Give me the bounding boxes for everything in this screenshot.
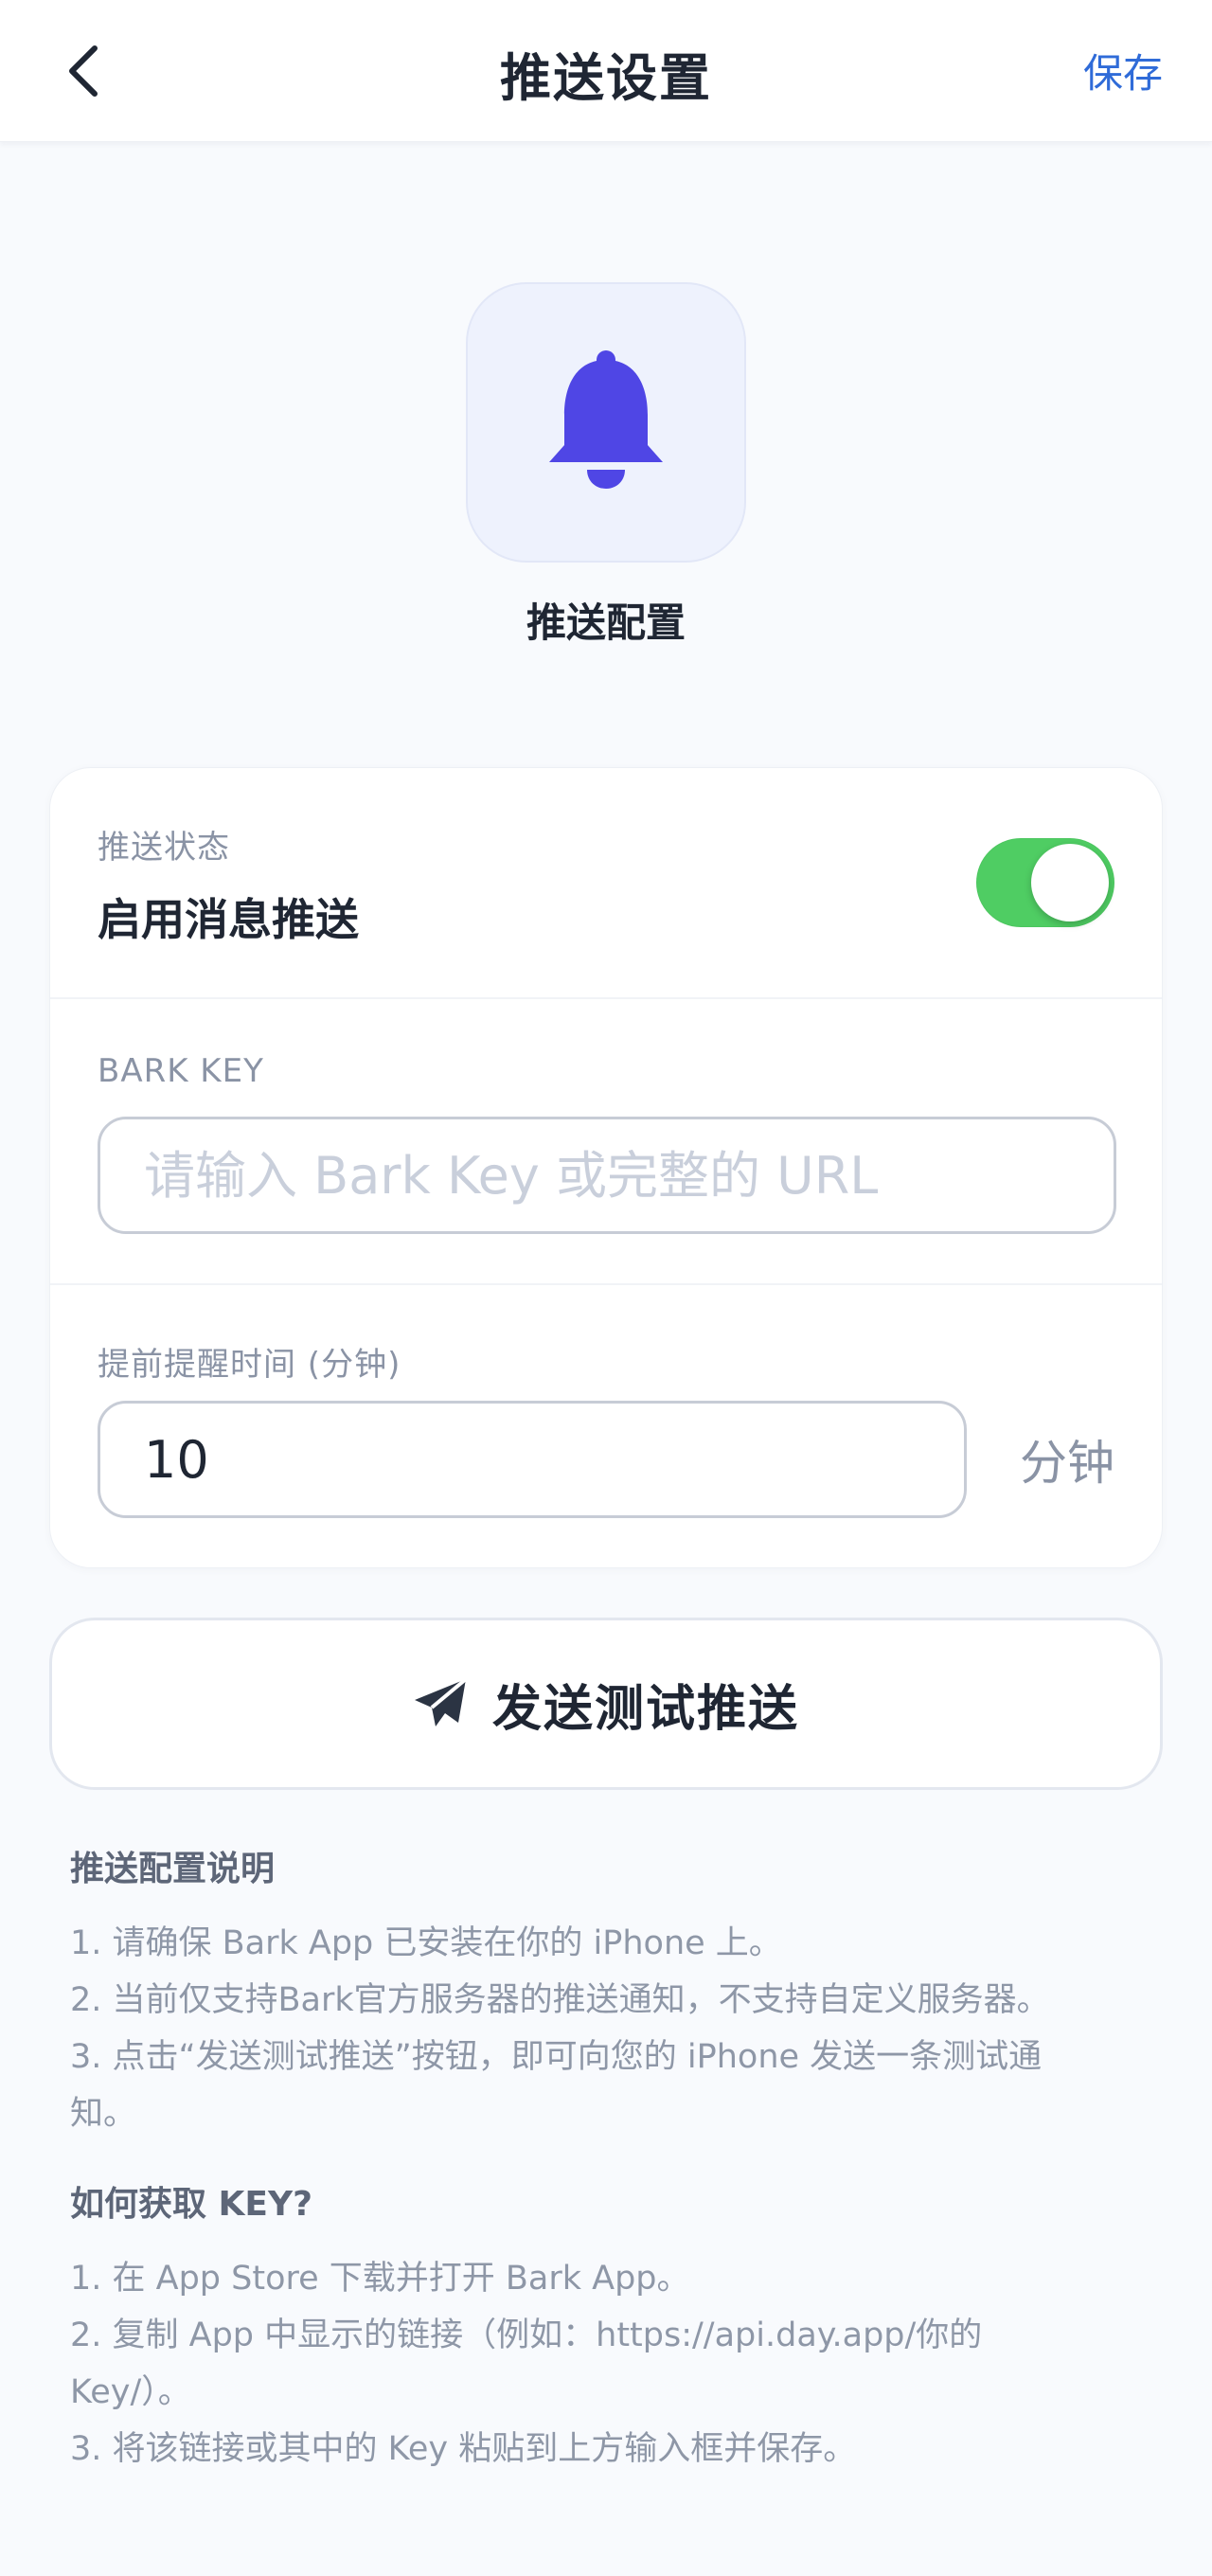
help-config-title: 推送配置说明 [70, 1850, 276, 1888]
send-test-push-button[interactable]: 发送测试推送 [49, 1618, 1163, 1790]
toggle-knob [1031, 844, 1109, 921]
push-enable-toggle[interactable] [976, 838, 1114, 927]
push-status-section: 推送状态 启用消息推送 [50, 768, 1162, 997]
help-config-section: 推送配置说明 1. 请确保 Bark App 已安装在你的 iPhone 上。 … [70, 1841, 1150, 2142]
bark-key-label: BARK KEY [98, 1052, 264, 1090]
help-line: 2. 当前仅支持Bark官方服务器的推送通知，不支持自定义服务器。 [70, 1981, 1050, 2019]
minutes-unit-label: 分钟 [1020, 1436, 1114, 1491]
reminder-label: 提前提醒时间 (分钟) [98, 1346, 401, 1384]
bark-key-input[interactable] [98, 1117, 1116, 1234]
save-button[interactable]: 保存 [1083, 42, 1163, 99]
page-title: 推送设置 [500, 48, 712, 108]
help-line: 3. 将该链接或其中的 Key 粘贴到上方输入框并保存。 [70, 2430, 857, 2468]
bark-key-section: BARK KEY [50, 999, 1162, 1283]
help-line: 3. 点击“发送测试推送”按钮，即可向您的 iPhone 发送一条测试通 [70, 2038, 1043, 2076]
top-bar: 推送设置 保存 [0, 0, 1212, 142]
push-status-title: 启用消息推送 [98, 894, 359, 945]
hero-icon-tile [466, 282, 746, 563]
send-test-push-label: 发送测试推送 [491, 1680, 799, 1738]
help-line: 1. 请确保 Bark App 已安装在你的 iPhone 上。 [70, 1924, 782, 1962]
settings-card: 推送状态 启用消息推送 BARK KEY 提前提醒时间 (分钟) 分钟 [49, 767, 1163, 1568]
help-line: 1. 在 App Store 下载并打开 Bark App。 [70, 2260, 690, 2298]
help-key-title: 如何获取 KEY? [70, 2185, 312, 2224]
help-line: 知。 [70, 2095, 137, 2133]
reminder-section: 提前提醒时间 (分钟) 分钟 [50, 1285, 1162, 1569]
help-key-section: 如何获取 KEY? 1. 在 App Store 下载并打开 Bark App。… [70, 2176, 1150, 2478]
paper-plane-icon [414, 1677, 468, 1726]
help-line: Key/）。 [70, 2373, 191, 2411]
reminder-minutes-input[interactable] [98, 1401, 967, 1518]
push-status-label: 推送状态 [98, 829, 230, 867]
hero-label: 推送配置 [526, 599, 686, 646]
help-line: 2. 复制 App 中显示的链接（例如：https://api.day.app/… [70, 2317, 983, 2354]
bell-icon [549, 350, 663, 489]
